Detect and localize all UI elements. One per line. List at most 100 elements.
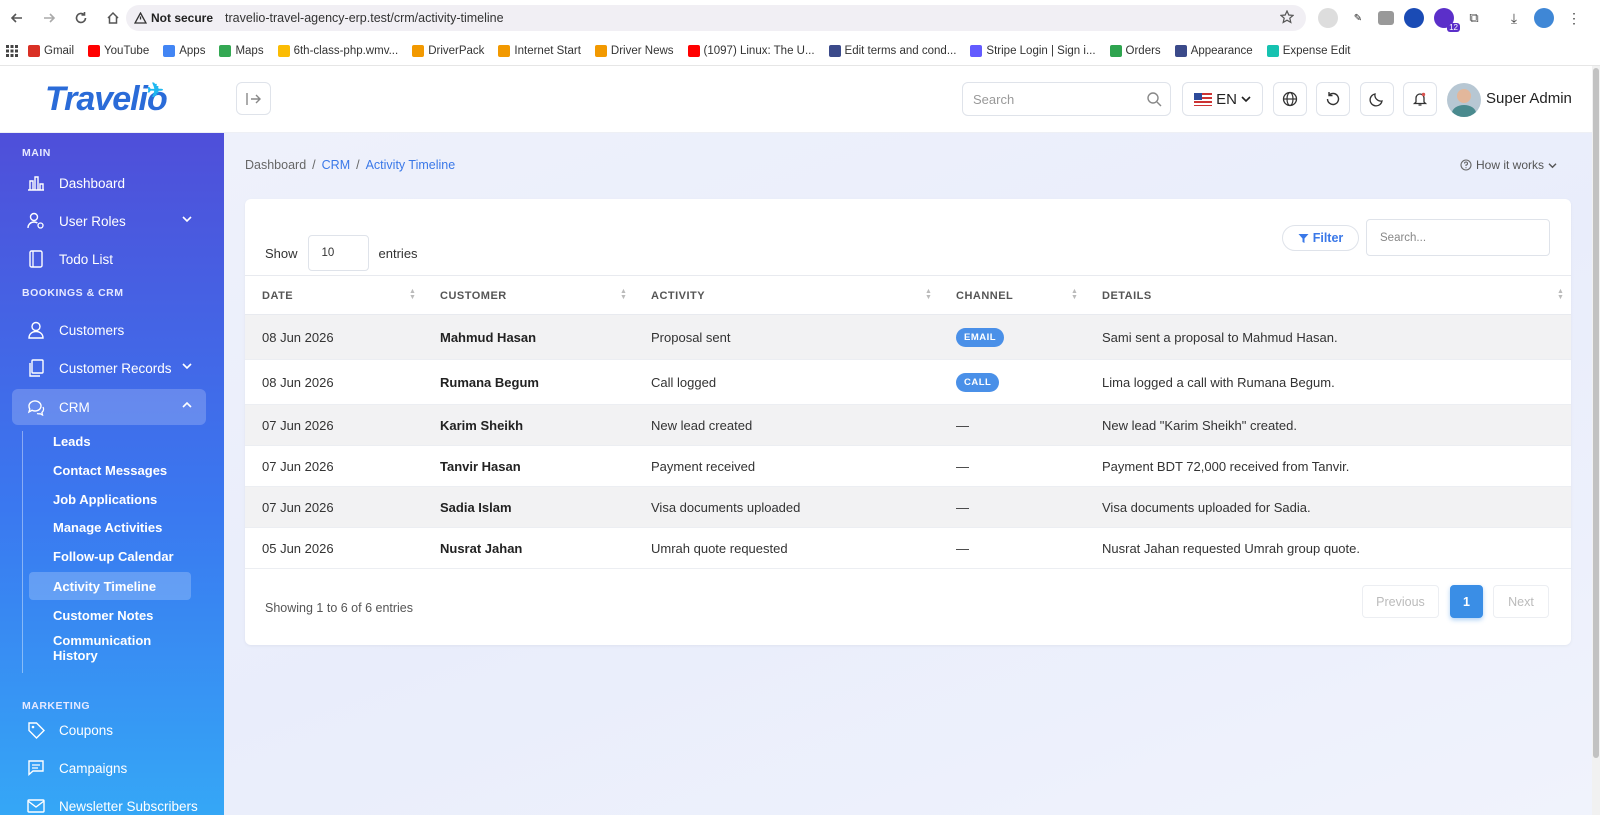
sidebar-toggle-button[interactable] [236,82,271,115]
user-name[interactable]: Super Admin [1486,90,1572,107]
chevron-down-icon [1548,162,1557,168]
column-header-customer[interactable]: CUSTOMER ▲ ▼ [423,276,634,316]
bookmark-item[interactable]: Expense Edit [1266,44,1351,57]
cell-customer: Karim Sheikh [440,417,524,433]
star-icon[interactable] [1280,10,1294,24]
reload-icon[interactable] [66,3,96,33]
envelope-icon [26,796,46,815]
globe-button[interactable] [1273,82,1307,116]
travelio-logo[interactable]: Travelio ✈ [45,80,168,119]
bar-chart-icon [26,173,46,193]
home-icon[interactable] [98,3,128,33]
sidebar-item-dashboard[interactable]: Dashboard [12,165,206,201]
bookmark-item[interactable]: Appearance [1174,44,1253,57]
refresh-button[interactable] [1316,82,1350,116]
sidebar-subitem-communication-history[interactable]: Communication History [29,631,191,665]
bookmark-label: Expense Edit [1282,44,1351,57]
bookmark-item[interactable]: Driver News [594,44,674,57]
sidebar-subitem-leads[interactable]: Leads [29,427,191,455]
sidebar-label: Customer Records [59,360,172,376]
sidebar-subitem-manage-activities[interactable]: Manage Activities [29,513,191,541]
sort-icon: ▲ ▼ [925,288,933,301]
column-header-date[interactable]: DATE ▲ ▼ [245,276,423,316]
bookmark-item[interactable]: Maps [219,44,264,57]
sidebar-item-customer-records[interactable]: Customer Records [12,350,206,386]
bookmark-item[interactable]: Internet Start [498,44,581,57]
pagination-page-1[interactable]: 1 [1450,585,1483,618]
sidebar-item-newsletter-subscribers[interactable]: Newsletter Subscribers [12,788,206,815]
entries-select[interactable]: 10 [307,235,369,271]
sidebar-item-customers[interactable]: Customers [12,312,206,348]
page-scrollbar[interactable] [1592,66,1600,815]
pagination-next[interactable]: Next [1493,585,1549,618]
column-header-details[interactable]: DETAILS ▲ ▼ [1085,276,1571,316]
table-row[interactable]: 08 Jun 2026 Mahmud Hasan Proposal sent E… [245,315,1571,360]
bookmark-item[interactable]: DriverPack [412,44,484,57]
cell-details: Visa documents uploaded for Sadia. [1102,499,1311,515]
breadcrumb-crm[interactable]: CRM [322,158,350,172]
bookmark-label: Apps [179,44,206,57]
globe-ext-icon[interactable] [1318,8,1338,28]
sidebar-item-user-roles[interactable]: User Roles [12,203,206,239]
column-header-channel[interactable]: CHANNEL ▲ ▼ [939,276,1085,316]
profile-icon[interactable] [1534,8,1554,28]
bookmark-favicon-icon [594,44,607,57]
address-bar[interactable]: Not secure travelio-travel-agency-erp.te… [126,5,1306,31]
forward-icon[interactable] [34,3,64,33]
header-search-input[interactable]: Search [962,82,1171,116]
back-icon[interactable] [2,3,32,33]
sidebar-item-todo-list[interactable]: Todo List [12,241,206,277]
notification-ext-icon[interactable]: 12 [1434,8,1460,32]
how-it-works-button[interactable]: How it works [1460,158,1557,172]
table-row[interactable]: 05 Jun 2026 Nusrat Jahan Umrah quote req… [245,528,1571,569]
sidebar-subitem-contact-messages[interactable]: Contact Messages [29,456,191,484]
sidebar-item-coupons[interactable]: Coupons [12,712,206,748]
sort-icon: ▲ ▼ [409,288,417,301]
sidebar-item-crm[interactable]: CRM [12,389,206,425]
circle-ext-icon[interactable] [1404,8,1424,28]
language-selector[interactable]: EN [1182,82,1263,116]
table-row[interactable]: 07 Jun 2026 Sadia Islam Visa documents u… [245,487,1571,528]
scrollbar-thumb[interactable] [1593,68,1599,758]
sidebar-label: History [53,648,98,663]
sidebar-item-campaigns[interactable]: Campaigns [12,750,206,786]
theme-toggle-button[interactable] [1360,82,1394,116]
bookmark-item[interactable]: (1097) Linux: The U... [687,44,815,57]
puzzle-icon[interactable]: ⧉ [1464,8,1484,28]
column-header-activity[interactable]: ACTIVITY ▲ ▼ [634,276,939,316]
cell-activity: New lead created [651,417,753,433]
notifications-button[interactable] [1403,82,1437,116]
sidebar-subitem-customer-notes[interactable]: Customer Notes [29,601,191,629]
table-search-input[interactable]: Search... [1366,219,1550,256]
bookmark-item[interactable]: YouTube [88,44,149,57]
breadcrumb-dashboard[interactable]: Dashboard [245,158,306,172]
filter-button[interactable]: Filter [1282,225,1359,251]
bookmark-label: (1097) Linux: The U... [703,44,815,57]
pen-ext-icon[interactable]: ✎ [1348,8,1368,28]
bookmark-item[interactable]: Orders [1109,44,1161,57]
cell-channel: — [956,417,969,433]
table-row[interactable]: 07 Jun 2026 Karim Sheikh New lead create… [245,405,1571,446]
app-header: Travelio ✈ Search EN Super Admin [0,66,1592,133]
refresh-icon [1326,92,1340,106]
cell-customer: Mahmud Hasan [440,329,537,345]
sort-icon: ▲ ▼ [620,288,628,301]
sidebar-subitem-activity-timeline[interactable]: Activity Timeline [29,572,191,600]
apps-grid-icon[interactable] [6,44,18,57]
avatar[interactable] [1447,83,1481,117]
bookmark-item[interactable]: Edit terms and cond... [828,44,956,57]
bookmark-item[interactable]: 6th-class-php.wmv... [277,44,398,57]
table-row[interactable]: 08 Jun 2026 Rumana Begum Call logged CAL… [245,360,1571,405]
sidebar-subitem-followup-calendar[interactable]: Follow-up Calendar [29,542,191,570]
security-warning[interactable]: Not secure [134,11,213,25]
sidebar-subitem-job-applications[interactable]: Job Applications [29,485,191,513]
bookmark-item[interactable]: Apps [163,44,206,57]
bookmark-item[interactable]: Stripe Login | Sign i... [970,44,1096,57]
bookmark-item[interactable]: Gmail [28,44,74,57]
table-row[interactable]: 07 Jun 2026 Tanvir Hasan Payment receive… [245,446,1571,487]
download-icon[interactable]: ⤓ [1504,8,1524,28]
pagination-previous[interactable]: Previous [1362,585,1439,618]
menu-dots-icon[interactable]: ⋮ [1564,8,1584,28]
extension-badge: 12 [1447,23,1460,32]
camera-ext-icon[interactable] [1378,11,1394,25]
